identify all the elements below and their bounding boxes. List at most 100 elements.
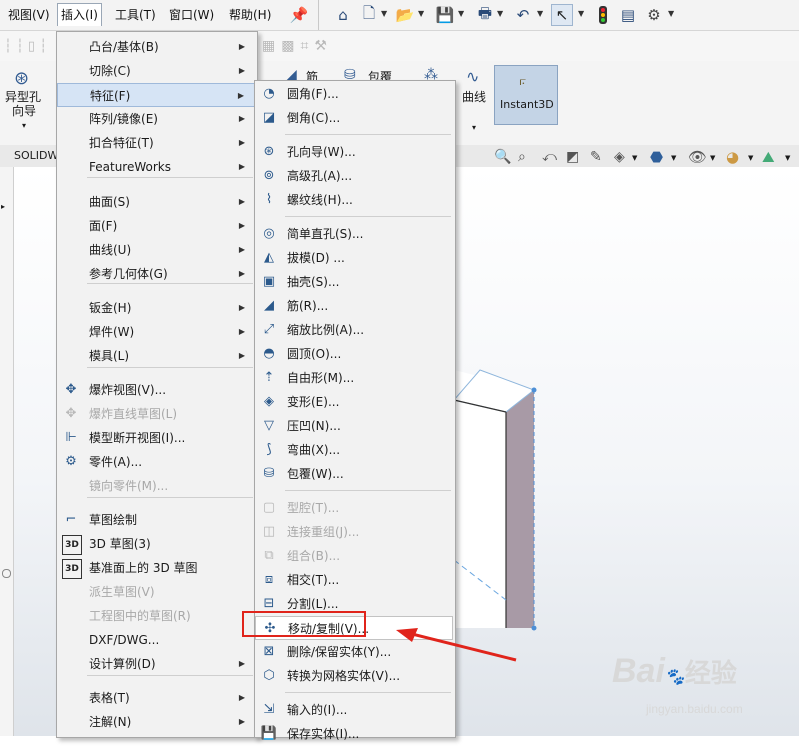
chevron-down-icon[interactable]: ▼ bbox=[578, 9, 584, 18]
part-body[interactable] bbox=[440, 360, 560, 660]
file-properties-icon[interactable]: ▤ bbox=[617, 4, 639, 26]
insert-menu-item[interactable]: 阵列/镜像(E) ▶ bbox=[57, 107, 255, 131]
feature-menu-item[interactable]: ⛁ 包覆(W)... bbox=[255, 462, 453, 486]
chevron-right-icon[interactable]: ▸ bbox=[1, 202, 5, 211]
feature-menu-item[interactable]: ⟆ 弯曲(X)... bbox=[255, 438, 453, 462]
feature-menu-item[interactable]: ◔ 圆角(F)... bbox=[255, 82, 453, 106]
insert-menu-item[interactable]: 模具(L) ▶ bbox=[57, 344, 255, 368]
feature-menu-item[interactable]: ◈ 变形(E)... bbox=[255, 390, 453, 414]
feature-menu-item[interactable]: ⇡ 自由形(M)... bbox=[255, 366, 453, 390]
traffic-light-icon[interactable] bbox=[592, 4, 614, 26]
feature-menu-item[interactable]: ⇲ 输入的(I)... bbox=[255, 698, 453, 722]
panel-handle[interactable] bbox=[2, 569, 11, 578]
section-view-icon[interactable]: ◩ bbox=[566, 149, 579, 165]
instant3d-button[interactable]: ⟔ Instant3D bbox=[494, 65, 558, 125]
feature-menu-item[interactable]: ◎ 简单直孔(S)... bbox=[255, 222, 453, 246]
print-icon[interactable]: 🖶 bbox=[474, 4, 496, 26]
select-cursor-icon[interactable]: ↖ bbox=[551, 4, 573, 26]
undo-icon[interactable]: ↶ bbox=[512, 4, 534, 26]
feature-menu-item[interactable]: 💾 保存实体(I)... bbox=[255, 722, 453, 746]
feature-menu-item[interactable]: ⧈ 相交(T)... bbox=[255, 568, 453, 592]
insert-menu-item[interactable]: DXF/DWG... bbox=[57, 628, 255, 652]
chevron-down-icon[interactable]: ▼ bbox=[671, 154, 676, 162]
vertex-point[interactable] bbox=[531, 625, 537, 631]
appearance-icon[interactable]: ◕ bbox=[726, 148, 739, 166]
part-side-face[interactable] bbox=[506, 390, 534, 628]
insert-menu-item-label: 面(F) bbox=[89, 219, 118, 233]
insert-menu-item[interactable]: 3D 基准面上的 3D 草图 bbox=[57, 556, 255, 580]
previous-view-icon[interactable]: ⤺ bbox=[542, 149, 557, 165]
chevron-down-icon[interactable]: ▼ bbox=[710, 154, 715, 162]
menu-window[interactable]: 窗口(W) bbox=[166, 6, 217, 24]
insert-menu-item[interactable]: 钣金(H) ▶ bbox=[57, 296, 255, 320]
pin-icon[interactable]: 📌 bbox=[288, 4, 310, 26]
feature-menu-item[interactable]: ⊚ 高级孔(A)... bbox=[255, 164, 453, 188]
cavity-icon: ▢ bbox=[262, 500, 276, 515]
curves-icon[interactable]: ∿ bbox=[466, 67, 479, 86]
insert-menu-item[interactable]: 注解(N) ▶ bbox=[57, 710, 255, 734]
gear-icon[interactable]: ⚙ bbox=[643, 4, 665, 26]
chevron-down-icon[interactable]: ▼ bbox=[418, 9, 424, 18]
save-icon[interactable]: 💾 bbox=[434, 4, 456, 26]
insert-menu-item[interactable]: FeatureWorks ▶ bbox=[57, 155, 255, 179]
feature-manager-panel[interactable]: ▸ bbox=[0, 167, 14, 736]
insert-menu-item[interactable]: 表格(T) ▶ bbox=[57, 686, 255, 710]
insert-menu-item[interactable]: 特征(F) ▶ bbox=[57, 83, 255, 107]
chevron-down-icon[interactable]: ▾ bbox=[472, 123, 476, 132]
open-folder-icon[interactable]: 📂 bbox=[394, 4, 416, 26]
vertex-point[interactable] bbox=[531, 387, 537, 393]
display-style-icon[interactable]: ⬣ bbox=[650, 148, 663, 166]
insert-menu-item[interactable]: 曲线(U) ▶ bbox=[57, 238, 255, 262]
tab-solidworks[interactable]: SOLIDW bbox=[14, 149, 58, 162]
zoom-area-icon[interactable]: ⌕ bbox=[518, 149, 526, 165]
insert-menu-item[interactable]: ⊩ 模型断开视图(I)... bbox=[57, 426, 255, 450]
insert-menu-item[interactable]: 面(F) ▶ bbox=[57, 214, 255, 238]
feature-menu-item[interactable]: ◭ 拔模(D) ... bbox=[255, 246, 453, 270]
feature-menu-item-label: 组合(B)... bbox=[287, 549, 341, 563]
view-orientation-icon[interactable]: ◈ bbox=[614, 149, 625, 165]
insert-menu-item[interactable]: 切除(C) ▶ bbox=[57, 59, 255, 83]
dynamic-annotation-icon[interactable]: ✎ bbox=[590, 149, 602, 165]
insert-menu-item[interactable]: 焊件(W) ▶ bbox=[57, 320, 255, 344]
new-document-icon[interactable]: 🗋 bbox=[358, 4, 380, 26]
curves-label[interactable]: 曲线 bbox=[462, 88, 486, 105]
menu-insert[interactable]: 插入(I) bbox=[57, 3, 102, 26]
insert-menu-item[interactable]: 扣合特征(T) ▶ bbox=[57, 131, 255, 155]
feature-menu-item[interactable]: ⤢ 缩放比例(A)... bbox=[255, 318, 453, 342]
menu-tools[interactable]: 工具(T) bbox=[112, 6, 159, 24]
feature-menu-item[interactable]: ▣ 抽壳(S)... bbox=[255, 270, 453, 294]
menu-view[interactable]: 视图(V) bbox=[5, 6, 53, 24]
hole-wizard-icon[interactable]: ⊛ bbox=[14, 68, 36, 90]
insert-menu-item[interactable]: 3D 3D 草图(3) bbox=[57, 532, 255, 556]
chevron-down-icon[interactable]: ▼ bbox=[748, 154, 753, 162]
insert-menu-item[interactable]: ⚙ 零件(A)... bbox=[57, 450, 255, 474]
chevron-right-icon: ▶ bbox=[238, 659, 245, 668]
insert-menu-item[interactable]: ✥ 爆炸视图(V)... bbox=[57, 378, 255, 402]
chevron-down-icon[interactable]: ▾ bbox=[22, 121, 26, 130]
arrow-shaft bbox=[407, 631, 517, 662]
insert-menu-item[interactable]: 设计算例(D) ▶ bbox=[57, 652, 255, 676]
chevron-down-icon[interactable]: ▼ bbox=[458, 9, 464, 18]
home-icon[interactable]: ⌂ bbox=[332, 4, 354, 26]
feature-menu-item[interactable]: ◓ 圆顶(O)... bbox=[255, 342, 453, 366]
scene-icon[interactable]: ⛰ bbox=[762, 148, 775, 166]
chevron-down-icon[interactable]: ▼ bbox=[632, 154, 637, 162]
hide-show-icon[interactable]: 👁 bbox=[688, 148, 707, 166]
insert-menu-item[interactable]: 曲面(S) ▶ bbox=[57, 190, 255, 214]
chevron-down-icon[interactable]: ▼ bbox=[497, 9, 503, 18]
chevron-down-icon[interactable]: ▼ bbox=[785, 154, 790, 162]
feature-menu-item[interactable]: ◢ 筋(R)... bbox=[255, 294, 453, 318]
insert-menu-item[interactable]: 凸台/基体(B) ▶ bbox=[57, 35, 255, 59]
feature-menu-item[interactable]: ⌇ 螺纹线(H)... bbox=[255, 188, 453, 212]
feature-menu-item[interactable]: ⊛ 孔向导(W)... bbox=[255, 140, 453, 164]
chevron-down-icon[interactable]: ▼ bbox=[381, 9, 387, 18]
feature-menu-item[interactable]: ◪ 倒角(C)... bbox=[255, 106, 453, 130]
menu-help[interactable]: 帮助(H) bbox=[226, 6, 274, 24]
chevron-down-icon[interactable]: ▼ bbox=[668, 9, 674, 18]
chevron-right-icon: ▶ bbox=[238, 42, 245, 51]
feature-menu-item[interactable]: ▽ 压凹(N)... bbox=[255, 414, 453, 438]
insert-menu-item[interactable]: ⌐ 草图绘制 bbox=[57, 508, 255, 532]
hole-wizard-label[interactable]: 向导 bbox=[12, 102, 36, 119]
chevron-down-icon[interactable]: ▼ bbox=[537, 9, 543, 18]
zoom-to-fit-icon[interactable]: 🔍 bbox=[494, 149, 511, 165]
